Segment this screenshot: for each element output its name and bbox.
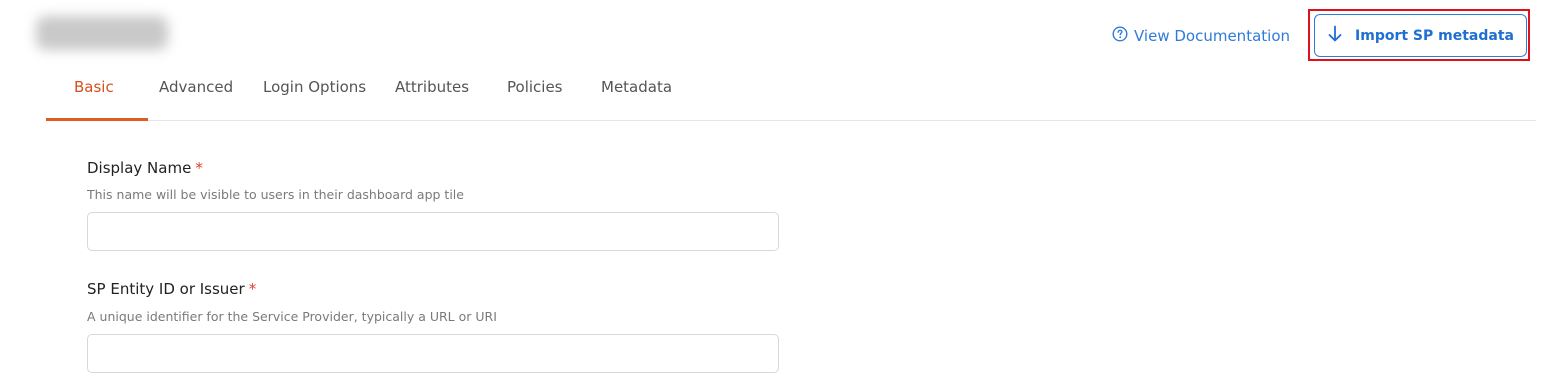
sp-entity-id-label: SP Entity ID or Issuer * (87, 280, 256, 298)
required-mark: * (248, 280, 257, 298)
tab-basic[interactable]: Basic (74, 78, 114, 96)
tab-policies[interactable]: Policies (507, 78, 562, 96)
app-logo-blurred (36, 16, 168, 50)
display-name-help: This name will be visible to users in th… (87, 187, 464, 202)
tab-metadata[interactable]: Metadata (601, 78, 672, 96)
sp-entity-id-label-text: SP Entity ID or Issuer (87, 280, 245, 298)
arrow-down-icon (1327, 25, 1343, 47)
view-documentation-label: View Documentation (1134, 27, 1290, 45)
required-mark: * (195, 159, 203, 177)
help-circle-icon (1112, 26, 1128, 46)
display-name-input[interactable] (87, 212, 779, 251)
import-sp-metadata-button[interactable]: Import SP metadata (1314, 14, 1527, 57)
tab-login-options[interactable]: Login Options (263, 78, 366, 96)
tab-bar: Basic Advanced Login Options Attributes … (46, 70, 1536, 121)
display-name-label: Display Name * (87, 159, 203, 177)
active-tab-indicator (46, 118, 148, 121)
import-sp-metadata-label: Import SP metadata (1355, 27, 1514, 44)
view-documentation-link[interactable]: View Documentation (1112, 26, 1290, 46)
tab-attributes[interactable]: Attributes (395, 78, 469, 96)
tab-advanced[interactable]: Advanced (159, 78, 233, 96)
display-name-label-text: Display Name (87, 159, 192, 177)
sp-entity-id-help: A unique identifier for the Service Prov… (87, 309, 497, 324)
sp-entity-id-input[interactable] (87, 334, 779, 373)
